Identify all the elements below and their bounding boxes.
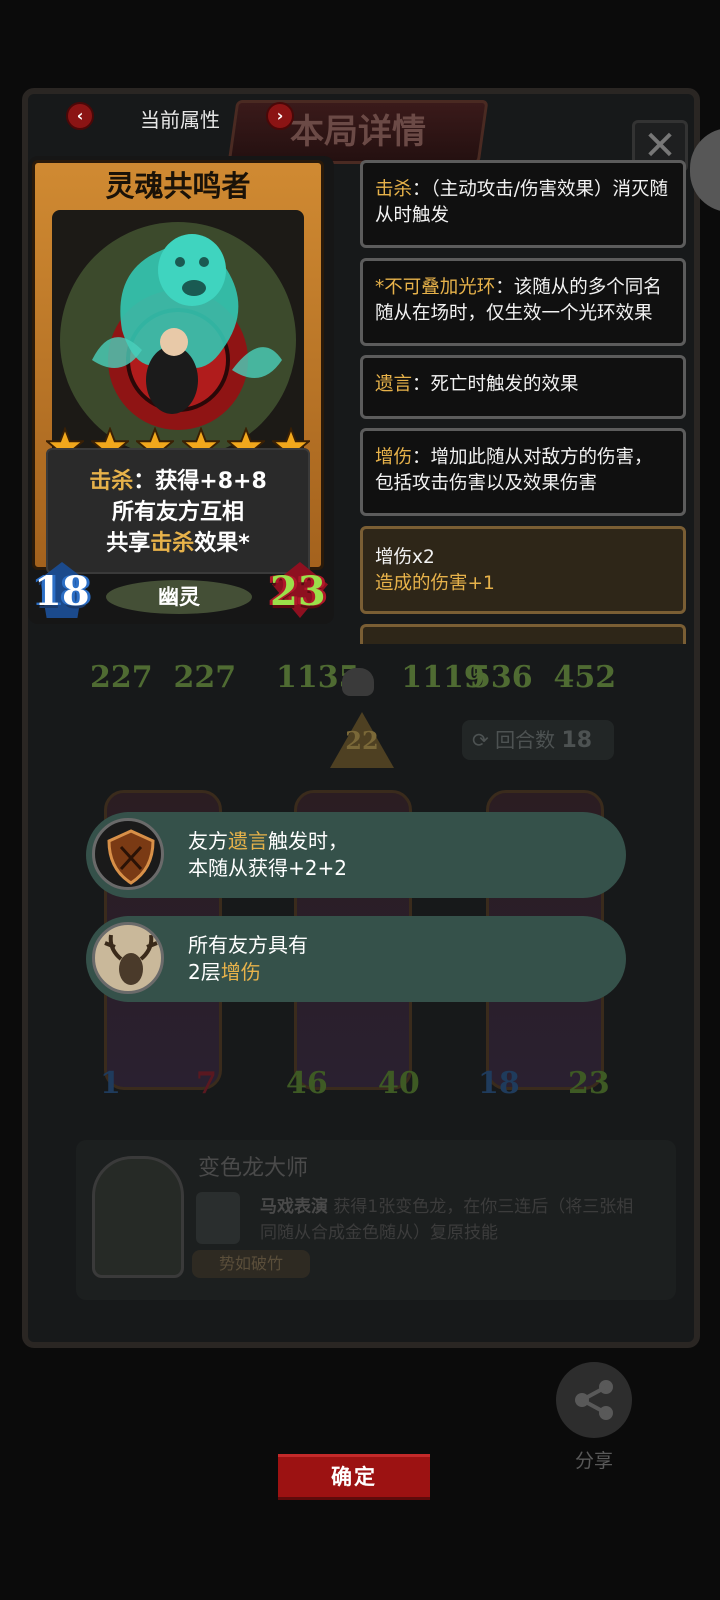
keyword-panel-kill: 击杀：（主动攻击/伤害效果）消灭随从时触发 <box>360 160 686 248</box>
level-number: 22 <box>345 726 379 755</box>
card-art <box>52 210 304 460</box>
buff-detail: 造成的伤害+1 <box>375 573 495 594</box>
card-name: 灵魂共鸣者 <box>105 169 251 203</box>
board-card-1-atk: 1 <box>100 1066 121 1101</box>
share-icon <box>575 1380 613 1420</box>
board-card-3-atk: 18 <box>478 1066 520 1101</box>
hero-portrait <box>92 1156 184 1278</box>
buff-panel: 增伤x2 造成的伤害+1 <box>360 526 686 614</box>
board-card-2-hp: 40 <box>378 1066 420 1101</box>
board-stat-3: 536 452 <box>470 660 617 695</box>
chevron-right-icon: › <box>276 106 284 125</box>
next-tab-button[interactable]: › <box>266 102 294 130</box>
board-stat-2: 1135 1119 <box>276 660 485 695</box>
keyword-panel-deathrattle: 遗言：死亡时触发的效果 <box>360 355 686 419</box>
hero-skill-icon <box>196 1192 240 1244</box>
trigger-text-1: 友方遗言触发时， 本随从获得+2+2 <box>188 829 348 880</box>
shield-icon <box>92 818 164 890</box>
board-card-2-atk: 46 <box>286 1066 328 1101</box>
board-stat-1: 227 227 <box>90 660 237 695</box>
hero-name: 变色龙大师 <box>198 1156 309 1181</box>
refresh-icon: ⟳ <box>472 728 489 752</box>
hero-skill-description: 马戏表演 获得1张变色龙，在你三连后（将三张相同随从合成金色随从）复原技能 <box>260 1197 634 1243</box>
prev-tab-button[interactable]: ‹ <box>66 102 94 130</box>
board-card-1-hp: 7 <box>196 1066 217 1101</box>
share-label: 分享 <box>574 1450 613 1472</box>
confirm-button[interactable]: 确定 <box>278 1454 430 1500</box>
hero-badge: 势如破竹 <box>192 1250 310 1278</box>
card-tribe: 幽灵 <box>106 580 252 614</box>
chevron-left-icon: ‹ <box>76 106 84 125</box>
antler-skull-icon <box>92 922 164 994</box>
buff-panel-more <box>360 624 686 644</box>
card-effect-text: 击杀：获得+8+8 所有友方互相 共享击杀效果* <box>89 469 267 556</box>
card-health: 23 <box>270 568 326 615</box>
keyword-panel-damage-boost: 增伤：增加此随从对敌方的伤害，包括攻击伤害以及效果伤害 <box>360 428 686 516</box>
board-card-3-hp: 23 <box>568 1066 610 1101</box>
ghost-artwork <box>60 222 296 458</box>
round-counter: ⟳ 回合数 18 <box>462 720 614 760</box>
keyword-panel-aura: *不可叠加光环：该随从的多个同名随从在场时，仅生效一个光环效果 <box>360 258 686 346</box>
buff-title: 增伤x2 <box>375 547 435 568</box>
card-attack: 18 <box>34 568 90 615</box>
trigger-bubble-2 <box>86 916 626 1002</box>
trigger-bubble-1 <box>86 812 626 898</box>
trigger-text-2: 所有友方具有 2层增伤 <box>188 933 308 984</box>
skull-icon <box>342 668 374 696</box>
tab-current-attributes[interactable]: 当前属性 <box>140 104 220 133</box>
